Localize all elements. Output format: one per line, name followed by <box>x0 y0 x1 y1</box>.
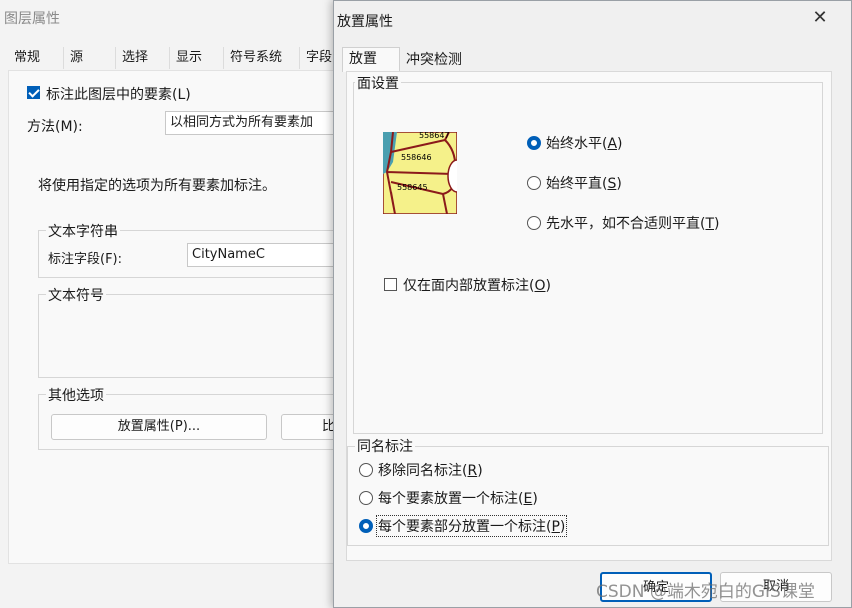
close-icon[interactable]: ✕ <box>807 5 833 31</box>
horizontal-then-straight-radio[interactable] <box>527 216 541 230</box>
remove-duplicates-label: 移除同名标注(R) <box>378 463 483 479</box>
text-string-legend: 文本字符串 <box>46 221 120 241</box>
other-options-legend: 其他选项 <box>46 385 106 405</box>
polygon-settings-legend: 面设置 <box>355 73 401 93</box>
one-per-feature-radio[interactable] <box>359 491 373 505</box>
tab-source[interactable]: 源 <box>64 47 116 69</box>
tab-placement[interactable]: 放置 <box>342 47 400 72</box>
one-per-feature-part-label: 每个要素部分放置一个标注(P) <box>376 515 568 537</box>
label-features-checkbox[interactable] <box>27 86 40 99</box>
preview-label-3: 558645 <box>397 183 428 192</box>
tab-general[interactable]: 常规 <box>8 47 64 69</box>
info-text: 将使用指定的选项为所有要素加标注。 <box>38 178 276 194</box>
method-select[interactable]: 以相同方式为所有要素加 <box>165 111 335 135</box>
tab-display[interactable]: 显示 <box>170 47 224 69</box>
one-per-feature-label: 每个要素放置一个标注(E) <box>378 491 538 507</box>
preview-label-2: 558646 <box>401 153 432 162</box>
inside-polygon-only-label: 仅在面内部放置标注(O) <box>403 278 551 294</box>
always-straight-radio[interactable] <box>527 176 541 190</box>
placement-tab-panel: 面设置 558647 558646 558645 始终水平(A) 始终平直(S)… <box>346 71 832 561</box>
inside-polygon-only-checkbox[interactable] <box>384 278 397 291</box>
text-symbol-group <box>38 294 338 378</box>
label-field-label: 标注字段(F): <box>48 252 123 267</box>
label-field-select[interactable]: CityNameC <box>187 243 337 267</box>
always-horizontal-radio[interactable] <box>527 136 541 150</box>
polygon-label-preview-image: 558647 558646 558645 <box>383 132 457 214</box>
tab-selection[interactable]: 选择 <box>116 47 170 69</box>
text-symbol-legend: 文本符号 <box>46 285 106 305</box>
duplicate-labels-legend: 同名标注 <box>355 436 415 456</box>
placement-properties-dialog: 放置属性 ✕ 放置 冲突检测 面设置 558647 558646 558645 … <box>333 0 852 608</box>
window-title: 图层属性 <box>4 11 60 27</box>
preview-label-1: 558647 <box>419 132 450 140</box>
tab-symbology[interactable]: 符号系统 <box>224 47 300 69</box>
tab-conflict-detection[interactable]: 冲突检测 <box>400 49 472 71</box>
dialog-title: 放置属性 <box>337 14 393 30</box>
remove-duplicates-radio[interactable] <box>359 463 373 477</box>
method-label: 方法(M): <box>27 119 83 135</box>
one-per-feature-part-radio[interactable] <box>359 519 373 533</box>
horizontal-then-straight-label: 先水平，如不合适则平直(T) <box>546 216 720 232</box>
placement-properties-button[interactable]: 放置属性(P)... <box>51 414 267 440</box>
label-features-label: 标注此图层中的要素(L) <box>46 87 191 103</box>
scale-range-button[interactable]: 比 <box>281 414 337 440</box>
watermark: CSDN @端木宛白的GIS课堂 <box>596 582 815 602</box>
tab-bar: 常规 源 选择 显示 符号系统 字段 <box>8 47 340 71</box>
always-straight-label: 始终平直(S) <box>546 176 622 192</box>
always-horizontal-label: 始终水平(A) <box>546 136 623 152</box>
